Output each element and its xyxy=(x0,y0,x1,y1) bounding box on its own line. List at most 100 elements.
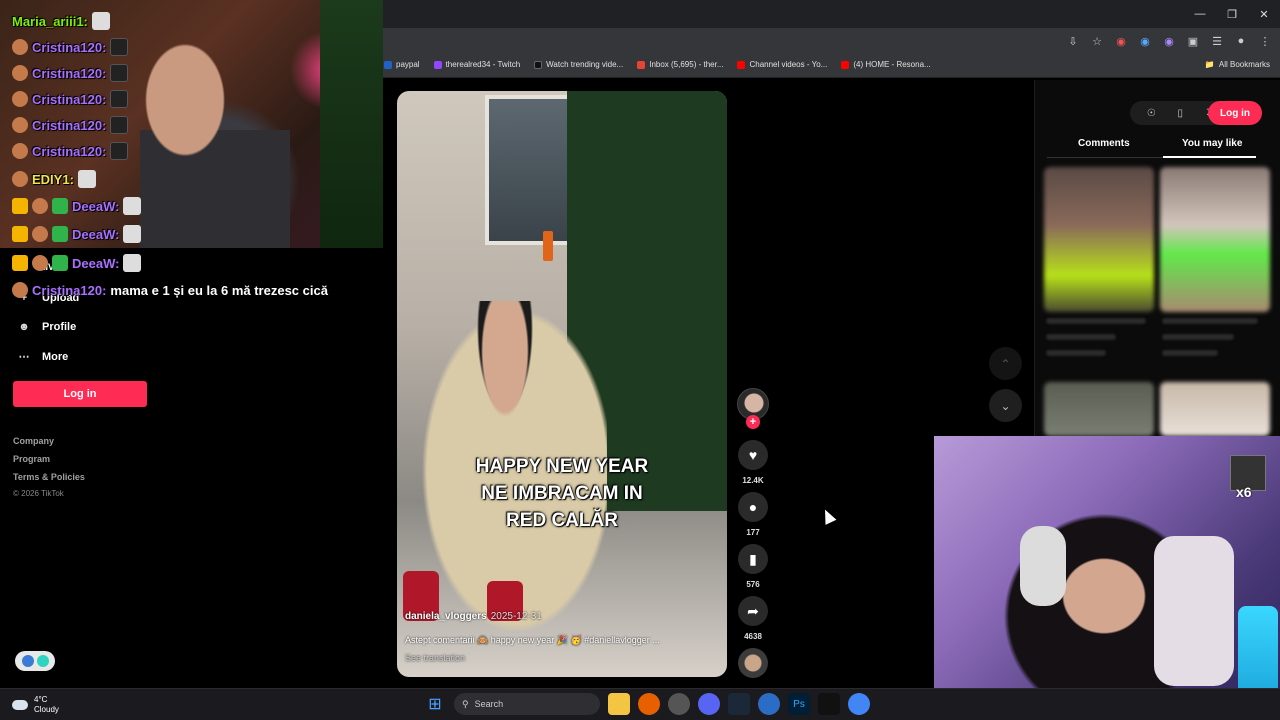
bookmark-youtube-home[interactable]: (4) HOME - Resona... xyxy=(841,60,931,69)
chat-message: Cristina120: xyxy=(12,116,129,134)
cat-badge-icon xyxy=(12,171,28,187)
taskbar-search[interactable]: ⚲ Search xyxy=(454,693,600,715)
chat-text: mama e 1 și eu la 6 mă trezesc cică xyxy=(110,282,328,298)
taskbar: 4°C Cloudy ⊞ ⚲ Search Ps xyxy=(0,688,1280,720)
extension-icon[interactable]: ◉ xyxy=(1162,34,1176,48)
menu-icon[interactable]: ⋮ xyxy=(1258,34,1272,48)
bookmark-icon xyxy=(534,60,543,69)
bookmark-gmail[interactable]: Inbox (5,695) - ther... xyxy=(637,60,723,69)
sidebar-item-more[interactable]: ⋯ More xyxy=(18,350,69,364)
follow-button[interactable]: + xyxy=(746,415,760,429)
copyright: © 2026 TikTok xyxy=(13,489,64,498)
bookmark-icon xyxy=(433,60,442,69)
gift-badge-icon xyxy=(52,255,68,271)
chat-username[interactable]: Cristina120: xyxy=(32,66,106,81)
thumbnail-caption-placeholder xyxy=(1046,334,1116,340)
app-icon[interactable] xyxy=(758,693,780,715)
save-count: 576 xyxy=(746,580,760,589)
chat-username[interactable]: Maria_ariii1: xyxy=(12,14,88,29)
file-explorer-icon[interactable] xyxy=(608,693,630,715)
bookmark-youtube[interactable]: Channel videos - Yo... xyxy=(737,60,827,69)
weather-condition: Cloudy xyxy=(34,705,59,714)
chat-message: DeeaW: xyxy=(12,225,142,243)
phone-icon[interactable]: ▯ xyxy=(1178,108,1184,119)
tab-search-icon[interactable]: ☰ xyxy=(1210,34,1224,48)
login-button[interactable]: Log in xyxy=(13,381,147,407)
extension-icon[interactable]: ◉ xyxy=(1114,34,1128,48)
bookmark-icon xyxy=(737,60,746,69)
emote-icon xyxy=(110,142,129,160)
cat-badge-icon xyxy=(12,91,28,107)
chat-message: Cristina120: xyxy=(12,142,129,160)
emote-icon xyxy=(123,197,142,215)
caption-line: RED CALĂR xyxy=(506,510,618,531)
save-button[interactable]: ▮ xyxy=(738,544,768,574)
recommended-video-thumbnail[interactable] xyxy=(1044,382,1154,436)
see-translation-link[interactable]: See translation xyxy=(405,653,465,663)
like-button[interactable]: ♥ xyxy=(738,440,768,470)
chat-username[interactable]: EDIY1: xyxy=(32,172,74,187)
discord-icon[interactable] xyxy=(698,693,720,715)
obs-icon[interactable] xyxy=(668,693,690,715)
emote-icon xyxy=(123,254,142,272)
chat-username[interactable]: Cristina120: xyxy=(32,144,106,159)
app-icon xyxy=(36,655,49,667)
share-button[interactable]: ➦ xyxy=(738,596,768,626)
star-icon[interactable]: ☆ xyxy=(1090,34,1104,48)
bookmark-twitch[interactable]: therealred34 - Twitch xyxy=(433,60,520,69)
chat-username[interactable]: DeeaW: xyxy=(72,199,119,214)
chat-username[interactable]: DeeaW: xyxy=(72,227,119,242)
chat-username[interactable]: Cristina120: xyxy=(32,283,106,298)
recommended-video-thumbnail[interactable] xyxy=(1160,167,1270,312)
puzzle-icon[interactable]: ▣ xyxy=(1186,34,1200,48)
install-app-icon[interactable]: ⇩ xyxy=(1066,34,1080,48)
bookmark-icon xyxy=(637,60,646,69)
chat-username[interactable]: Cristina120: xyxy=(32,92,106,107)
caption-line: HAPPY NEW YEAR xyxy=(475,456,649,477)
cat-badge-icon xyxy=(12,143,28,159)
photoshop-icon[interactable]: Ps xyxy=(788,693,810,715)
scroll-up-button[interactable]: ⌃ xyxy=(989,347,1022,380)
footer-link-terms[interactable]: Terms & Policies xyxy=(13,472,85,482)
firefox-icon[interactable] xyxy=(638,693,660,715)
chrome-icon[interactable] xyxy=(848,693,870,715)
sidebar-item-profile[interactable]: ☻ Profile xyxy=(18,321,76,333)
restore-icon[interactable]: ❐ xyxy=(1216,0,1248,28)
footer-link-company[interactable]: Company xyxy=(13,436,54,446)
steam-icon[interactable] xyxy=(728,693,750,715)
windows-start-icon[interactable]: ⊞ xyxy=(424,693,446,715)
recommended-video-thumbnail[interactable] xyxy=(1044,167,1154,312)
profile-icon[interactable]: ● xyxy=(1234,34,1248,48)
extension-icon[interactable]: ◉ xyxy=(1138,34,1152,48)
scroll-down-button[interactable]: ⌄ xyxy=(989,389,1022,422)
bookmark-label: paypal xyxy=(396,60,420,69)
app-toggle[interactable] xyxy=(15,651,55,671)
streamer xyxy=(140,30,290,248)
tab-comments[interactable]: Comments xyxy=(1078,138,1130,149)
minimize-icon[interactable]: — xyxy=(1184,0,1216,28)
close-icon[interactable]: ✕ xyxy=(1248,0,1280,28)
header-login-button[interactable]: Log in xyxy=(1208,101,1262,125)
thumbnail-caption-placeholder xyxy=(1162,334,1234,340)
chat-username[interactable]: DeeaW: xyxy=(72,256,119,271)
crown-badge-icon xyxy=(12,255,28,271)
weather-widget[interactable]: 4°C Cloudy xyxy=(12,695,59,715)
music-disc[interactable] xyxy=(738,648,768,678)
bookmark-tiktok[interactable]: Watch trending vide... xyxy=(534,60,623,69)
app-icon xyxy=(21,655,34,667)
bookmark-paypal[interactable]: paypal xyxy=(384,60,420,69)
screen: — ❐ ✕ ⇩ ☆ ◉ ◉ ◉ ▣ ☰ ● ⋮ paypal therealre… xyxy=(0,0,1280,720)
all-bookmarks-button[interactable]: 📁 All Bookmarks xyxy=(1205,60,1270,69)
comment-button[interactable]: ● xyxy=(738,492,768,522)
cat-badge-icon xyxy=(12,65,28,81)
tab-you-may-like[interactable]: You may like xyxy=(1182,138,1242,149)
author-name[interactable]: daniela_vloggers xyxy=(405,611,487,622)
video-author[interactable]: daniela_vloggers 2025-12-31 xyxy=(405,611,542,622)
tradingview-icon[interactable] xyxy=(818,693,840,715)
chat-username[interactable]: Cristina120: xyxy=(32,40,106,55)
video-player[interactable]: HAPPY NEW YEAR NE IMBRACAM IN RED CALĂR … xyxy=(397,91,727,677)
compass-icon[interactable]: ☉ xyxy=(1147,108,1156,119)
footer-link-program[interactable]: Program xyxy=(13,454,50,464)
recommended-video-thumbnail[interactable] xyxy=(1160,382,1270,436)
chat-username[interactable]: Cristina120: xyxy=(32,118,106,133)
